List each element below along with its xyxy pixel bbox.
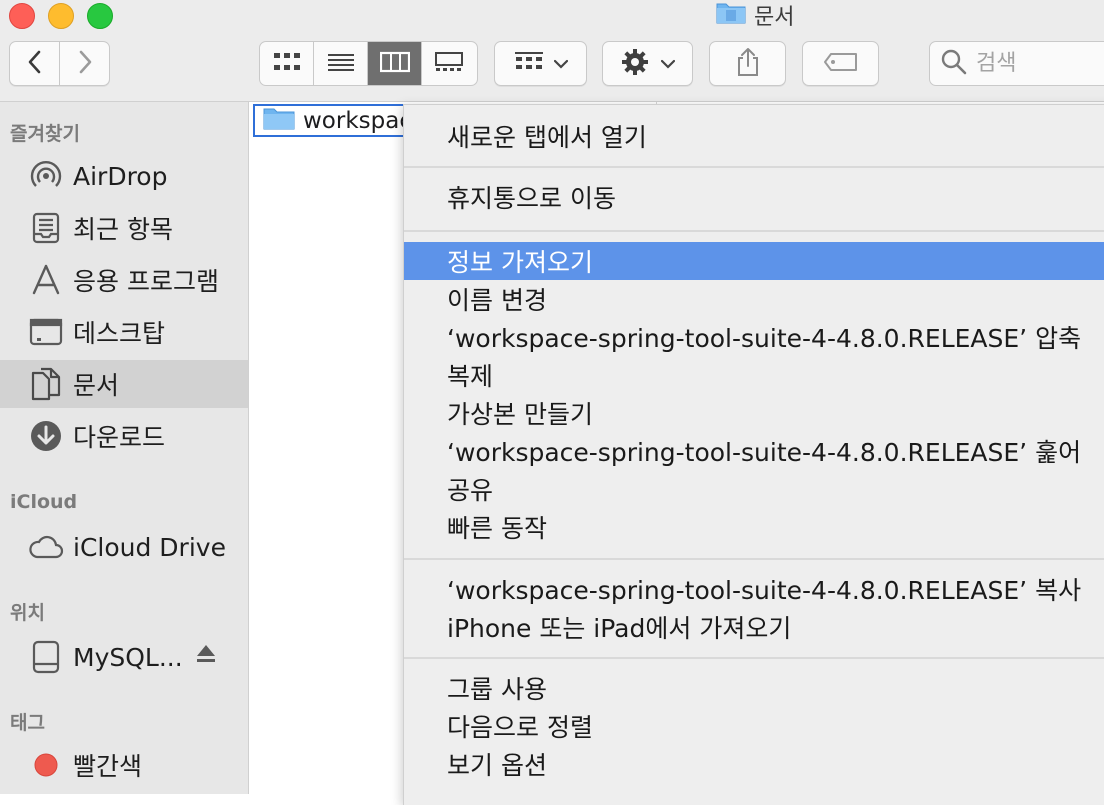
sidebar-item-tag-red[interactable]: 빨간색 xyxy=(0,741,248,789)
menu-item-view-options[interactable]: 보기 옵션 xyxy=(404,745,1104,783)
cloud-icon xyxy=(27,528,65,566)
column-view-icon xyxy=(379,51,410,77)
desktop-icon xyxy=(27,313,65,351)
file-name: workspac xyxy=(303,107,412,134)
action-menu-button[interactable] xyxy=(602,41,693,86)
menu-separator xyxy=(404,558,1104,560)
menu-item-move-to-trash[interactable]: 휴지통으로 이동 xyxy=(404,178,1104,216)
sidebar-item-label: 최근 항목 xyxy=(73,215,173,244)
icon-view-icon xyxy=(273,52,301,76)
zoom-window-button[interactable] xyxy=(87,3,113,29)
folder-icon xyxy=(716,0,746,30)
sidebar-item-label: 문서 xyxy=(73,371,120,400)
minimize-window-button[interactable] xyxy=(48,3,74,29)
sidebar-item-airdrop[interactable]: AirDrop xyxy=(0,152,248,200)
sidebar-item-recents[interactable]: 최근 항목 xyxy=(0,204,248,252)
menu-item-get-info[interactable]: 정보 가져오기 xyxy=(404,242,1104,280)
sidebar-item-label: 다운로드 xyxy=(73,423,166,452)
menu-separator xyxy=(404,166,1104,168)
sidebar-item-desktop[interactable]: 데스크탑 xyxy=(0,308,248,356)
sidebar-item-label: AirDrop xyxy=(73,161,168,191)
menu-separator xyxy=(404,657,1104,659)
eject-icon[interactable] xyxy=(196,643,216,671)
window-toolbar: 문서 xyxy=(0,0,1104,102)
gear-icon xyxy=(621,48,649,80)
icon-view-button[interactable] xyxy=(260,42,314,85)
recents-icon xyxy=(27,209,65,247)
folder-icon xyxy=(263,106,295,135)
tags-button[interactable] xyxy=(802,41,879,86)
search-icon xyxy=(940,48,968,80)
list-view-button[interactable] xyxy=(314,42,368,85)
window-title: 문서 xyxy=(716,0,794,30)
downloads-icon xyxy=(27,417,65,455)
chevron-right-icon xyxy=(77,50,93,78)
sidebar-item-label: 응용 프로그램 xyxy=(73,267,219,296)
gallery-view-icon xyxy=(434,51,464,77)
menu-item-import-from-iphone[interactable]: iPhone 또는 iPad에서 가져오기 xyxy=(404,608,1104,646)
share-button[interactable] xyxy=(709,41,786,86)
gallery-view-button[interactable] xyxy=(422,42,476,85)
menu-item-share[interactable]: 공유 xyxy=(404,470,1104,508)
menu-item-sort-by[interactable]: 다음으로 정렬 xyxy=(404,707,1104,745)
menu-item-use-groups[interactable]: 그룹 사용 xyxy=(404,669,1104,707)
sidebar-item-icloud-drive[interactable]: iCloud Drive xyxy=(0,523,248,571)
tag-icon xyxy=(823,52,859,76)
forward-button[interactable] xyxy=(60,41,110,86)
menu-item-quick-actions[interactable]: 빠른 동작 xyxy=(404,508,1104,546)
list-view-icon xyxy=(327,52,355,76)
chevron-down-icon xyxy=(660,54,675,73)
share-icon xyxy=(735,47,761,81)
airdrop-icon xyxy=(27,157,65,195)
window-title-text: 문서 xyxy=(754,5,795,30)
menu-item-quick-look[interactable]: ‘workspace-spring-tool-suite-4-4.8.0.REL… xyxy=(404,432,1104,470)
sidebar-item-documents[interactable]: 문서 xyxy=(0,360,248,408)
group-grid-icon xyxy=(514,51,544,77)
group-by-button[interactable] xyxy=(494,41,587,86)
sidebar-item-label: MySQL... xyxy=(73,642,183,672)
close-window-button[interactable] xyxy=(9,3,35,29)
sidebar-section-locations: 위치 xyxy=(10,602,45,624)
search-field[interactable] xyxy=(929,41,1104,86)
column-view-button[interactable] xyxy=(368,42,422,85)
sidebar-item-applications[interactable]: 응용 프로그램 xyxy=(0,256,248,304)
sidebar-section-icloud: iCloud xyxy=(10,491,78,513)
sidebar-section-tags: 태그 xyxy=(10,712,45,734)
documents-icon xyxy=(27,365,65,403)
menu-item-compress[interactable]: ‘workspace-spring-tool-suite-4-4.8.0.REL… xyxy=(404,318,1104,356)
sidebar-section-favorites: 즐겨찾기 xyxy=(10,123,80,145)
chevron-left-icon xyxy=(27,50,43,78)
applications-icon xyxy=(27,261,65,299)
drive-icon xyxy=(27,638,65,676)
sidebar-item-label: iCloud Drive xyxy=(73,532,226,562)
sidebar-item-downloads[interactable]: 다운로드 xyxy=(0,412,248,460)
menu-item-copy[interactable]: ‘workspace-spring-tool-suite-4-4.8.0.REL… xyxy=(404,570,1104,608)
context-menu: 새로운 탭에서 열기 휴지통으로 이동 정보 가져오기 이름 변경 ‘works… xyxy=(403,104,1104,805)
search-input[interactable] xyxy=(974,50,1104,77)
back-button[interactable] xyxy=(9,41,60,86)
menu-item-make-alias[interactable]: 가상본 만들기 xyxy=(404,394,1104,432)
view-mode-control xyxy=(259,41,478,86)
menu-item-open-in-new-tab[interactable]: 새로운 탭에서 열기 xyxy=(404,117,1104,155)
sidebar-item-label: 데스크탑 xyxy=(73,319,166,348)
menu-item-rename[interactable]: 이름 변경 xyxy=(404,280,1104,318)
menu-separator xyxy=(404,230,1104,232)
red-tag-dot-icon xyxy=(27,746,65,784)
menu-item-duplicate[interactable]: 복제 xyxy=(404,356,1104,394)
chevron-down-icon xyxy=(553,54,568,73)
sidebar-item-label: 빨간색 xyxy=(73,752,143,781)
sidebar: 즐겨찾기 AirDrop 최근 항목 응용 프로그램 데스크탑 문서 다운로드 … xyxy=(0,102,249,794)
